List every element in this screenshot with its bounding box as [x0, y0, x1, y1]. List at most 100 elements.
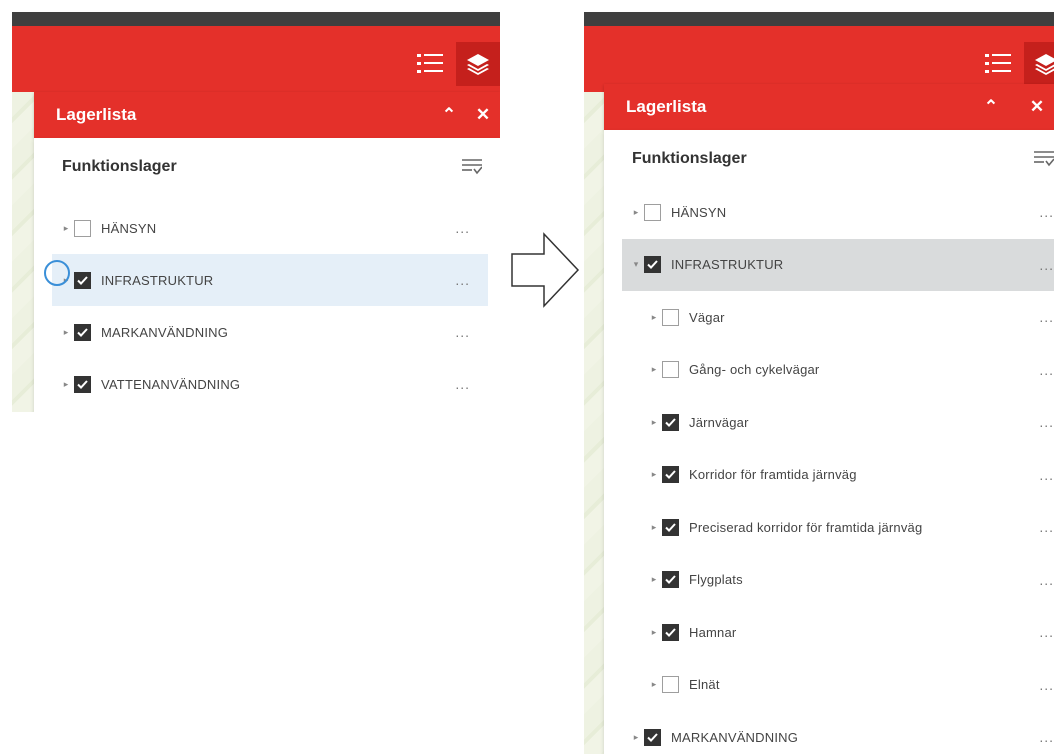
check-icon	[665, 417, 676, 427]
panel-content: Funktionslager ▸ HÄNSYN... ▸ INFRASTRUKTUR.…	[34, 138, 500, 412]
layer-row[interactable]: ▸ HÄNSYN...	[52, 202, 488, 254]
filter-list-icon[interactable]	[462, 158, 482, 176]
caret-right-icon[interactable]: ▸	[648, 469, 660, 480]
panel-header: Lagerlista ⌃ ✕	[34, 92, 500, 138]
more-options-icon[interactable]: ...	[1039, 257, 1054, 273]
layer-row[interactable]: ▸ Hamnar...	[622, 606, 1054, 658]
click-indicator	[44, 260, 70, 286]
caret-right-icon[interactable]: ▸	[60, 379, 72, 390]
layer-checkbox[interactable]	[74, 219, 91, 237]
layer-row[interactable]: ▾ INFRASTRUKTUR...	[622, 238, 1054, 291]
layer-row[interactable]: ▸ Preciserad korridor för framtida järnvä…	[622, 501, 1054, 553]
close-icon[interactable]: ✕	[1020, 97, 1054, 117]
layer-label: Vägar	[689, 309, 725, 325]
layer-label: Flygplats	[689, 572, 743, 587]
more-options-icon[interactable]: ...	[1039, 467, 1054, 483]
layer-label: Elnät	[689, 677, 720, 692]
layer-row[interactable]: ▸ Vägar...	[622, 291, 1054, 343]
check-icon	[665, 627, 676, 637]
layer-checkbox[interactable]	[74, 375, 91, 393]
caret-right-icon[interactable]: ▸	[648, 574, 660, 585]
layer-label: Hamnar	[689, 624, 737, 640]
more-options-icon[interactable]: ...	[1039, 309, 1054, 325]
caret-right-icon[interactable]: ▸	[60, 223, 72, 234]
layer-list-icon[interactable]	[408, 42, 452, 86]
more-options-icon[interactable]: ...	[1039, 519, 1054, 535]
layer-checkbox[interactable]	[662, 466, 679, 483]
more-options-icon[interactable]: ...	[455, 324, 470, 340]
layer-checkbox[interactable]	[74, 323, 91, 341]
more-options-icon[interactable]: ...	[455, 376, 470, 392]
layer-label: HÄNSYN	[101, 220, 157, 236]
check-icon	[665, 522, 676, 532]
more-options-icon[interactable]: ...	[1039, 729, 1054, 745]
layer-checkbox[interactable]	[662, 571, 679, 588]
layer-label: HÄNSYN	[671, 204, 727, 220]
close-icon[interactable]: ✕	[466, 105, 500, 125]
more-options-icon[interactable]: ...	[1039, 572, 1054, 588]
check-icon	[665, 470, 676, 479]
layer-row[interactable]: ▸ Gång- och cykelvägar...	[622, 344, 1054, 396]
caret-right-icon[interactable]: ▸	[648, 364, 660, 375]
caret-right-icon[interactable]: ▸	[630, 207, 642, 218]
layer-row[interactable]: ▸ MARKANVÄNDNING...	[622, 711, 1054, 754]
check-icon	[77, 275, 88, 285]
layer-checkbox[interactable]	[74, 271, 91, 289]
more-options-icon[interactable]: ...	[1039, 677, 1054, 693]
right-screenshot: Lagerlista ⌃ ✕ Funktionslager ▸ HÄNSYN...…	[584, 12, 1054, 754]
layer-row[interactable]: ▸ MARKANVÄNDNING...	[52, 306, 488, 358]
left-screenshot: Lagerlista ⌃ ✕ Funktionslager ▸ HÄNSYN...…	[12, 12, 500, 412]
layer-checkbox[interactable]	[644, 728, 661, 746]
layer-checkbox[interactable]	[662, 623, 679, 641]
filter-list-icon[interactable]	[1034, 150, 1054, 168]
caret-right-icon[interactable]: ▸	[648, 417, 660, 428]
layer-label: Gång- och cykelvägar	[689, 362, 820, 377]
layer-row[interactable]: ▸ HÄNSYN...	[622, 186, 1054, 238]
panel-title: Lagerlista	[56, 105, 137, 124]
more-options-icon[interactable]: ...	[455, 220, 470, 236]
layer-checkbox[interactable]	[662, 518, 679, 536]
more-options-icon[interactable]: ...	[1039, 624, 1054, 640]
caret-right-icon[interactable]: ▸	[648, 679, 660, 690]
layer-checkbox[interactable]	[662, 413, 679, 431]
more-options-icon[interactable]: ...	[1039, 204, 1054, 220]
layer-label: MARKANVÄNDNING	[671, 729, 799, 745]
more-options-icon[interactable]: ...	[455, 272, 470, 288]
arrow-right-icon	[510, 232, 580, 308]
layer-checkbox[interactable]	[662, 676, 679, 693]
caret-right-icon[interactable]: ▸	[630, 732, 642, 743]
layers-icon[interactable]	[456, 42, 500, 86]
section-title: Funktionslager	[62, 158, 177, 175]
check-icon	[665, 575, 676, 584]
layers-icon[interactable]	[1024, 42, 1054, 86]
panel-header: Lagerlista ⌃ ✕	[604, 84, 1054, 130]
layer-list-icon[interactable]	[976, 42, 1020, 86]
layer-row[interactable]: ▸ Elnät...	[622, 659, 1054, 711]
caret-right-icon[interactable]: ▸	[648, 312, 660, 323]
caret-down-icon[interactable]: ▾	[630, 259, 642, 270]
check-icon	[77, 379, 88, 389]
app-top-bar	[584, 12, 1054, 26]
caret-right-icon[interactable]: ▸	[648, 627, 660, 638]
caret-right-icon[interactable]: ▸	[648, 522, 660, 533]
layer-checkbox[interactable]	[644, 203, 661, 221]
layer-label: Preciserad korridor för framtida järnväg	[689, 519, 923, 535]
more-options-icon[interactable]: ...	[1039, 414, 1054, 430]
layer-checkbox[interactable]	[662, 308, 679, 326]
double-chevron-up-icon[interactable]: ⌃	[432, 105, 466, 125]
more-options-icon[interactable]: ...	[1039, 362, 1054, 378]
layer-row[interactable]: ▸ Korridor för framtida järnväg...	[622, 449, 1054, 501]
caret-right-icon[interactable]: ▸	[60, 327, 72, 338]
layer-label: INFRASTRUKTUR	[671, 257, 784, 272]
layer-label: Korridor för framtida järnväg	[689, 467, 857, 482]
layer-label: INFRASTRUKTUR	[101, 272, 214, 288]
check-icon	[77, 327, 88, 337]
layer-checkbox[interactable]	[662, 361, 679, 378]
layer-row[interactable]: ▸ VATTENANVÄNDNING...	[52, 358, 488, 410]
layer-row[interactable]: ▸ Flygplats...	[622, 554, 1054, 606]
layer-label: MARKANVÄNDNING	[101, 324, 229, 340]
layer-checkbox[interactable]	[644, 256, 661, 273]
layer-row[interactable]: ▸ Järnvägar...	[622, 396, 1054, 448]
layer-row[interactable]: ▸ INFRASTRUKTUR...	[52, 254, 488, 306]
double-chevron-up-icon[interactable]: ⌃	[974, 97, 1008, 117]
